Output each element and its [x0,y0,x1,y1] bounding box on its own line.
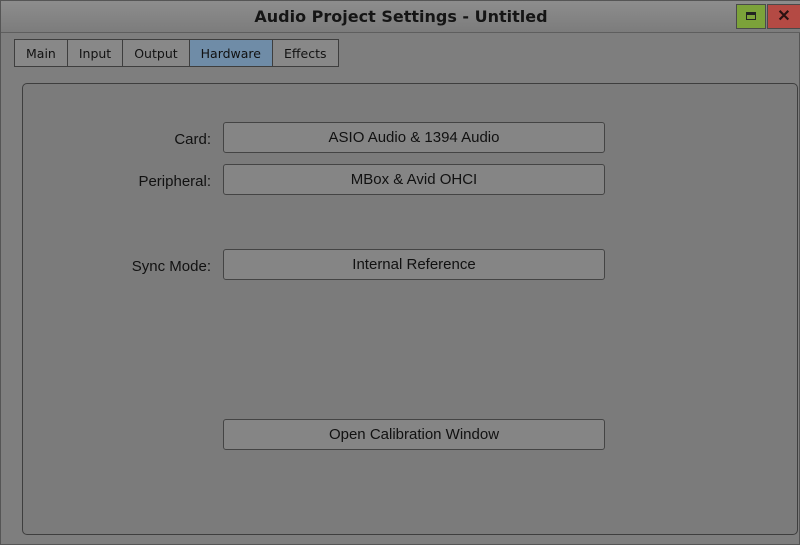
sync-mode-select-button[interactable]: Internal Reference [223,249,605,280]
card-label: Card: [174,131,211,148]
tab-output[interactable]: Output [122,39,190,67]
maximize-icon [746,12,756,20]
tab-main[interactable]: Main [14,39,68,67]
close-button[interactable]: ✕ [767,4,800,29]
title-bar[interactable]: Audio Project Settings - Untitled ✕ [1,1,800,33]
peripheral-label: Peripheral: [138,173,211,190]
tab-bar: Main Input Output Hardware Effects [14,39,339,69]
card-select-button[interactable]: ASIO Audio & 1394 Audio [223,122,605,153]
peripheral-select-button[interactable]: MBox & Avid OHCI [223,164,605,195]
audio-project-settings-window: Audio Project Settings - Untitled ✕ Main… [0,0,800,545]
tab-hardware[interactable]: Hardware [188,39,273,67]
sync-mode-label: Sync Mode: [131,258,211,275]
close-icon: ✕ [777,8,791,25]
open-calibration-window-button[interactable]: Open Calibration Window [223,419,605,450]
window-title: Audio Project Settings - Untitled [254,7,548,26]
tab-effects[interactable]: Effects [272,39,339,67]
maximize-button[interactable] [736,4,766,29]
tab-input[interactable]: Input [66,39,124,67]
hardware-panel: Card: ASIO Audio & 1394 Audio Peripheral… [22,83,798,535]
